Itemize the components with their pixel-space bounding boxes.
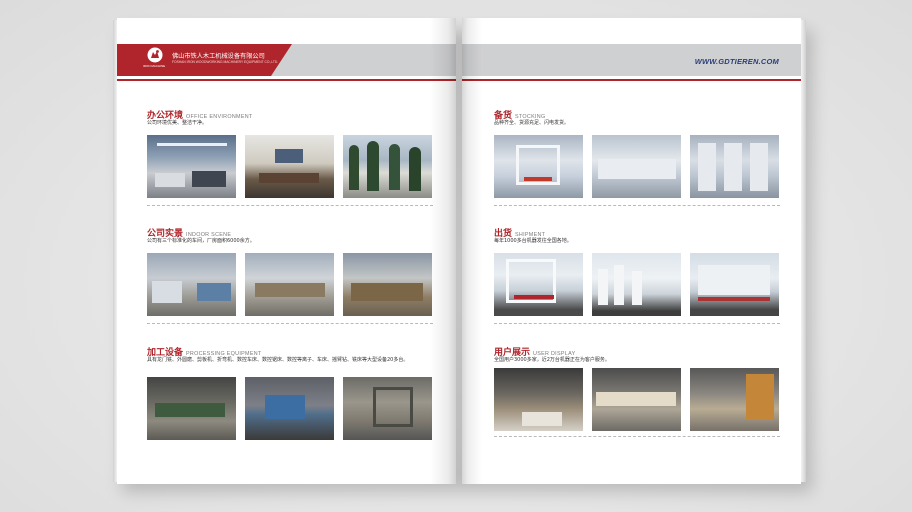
stock-machines-photo [494,135,583,198]
photo-row [494,135,779,198]
section-divider [494,205,780,206]
customer-factory-photo [592,368,681,431]
header-gray-band [267,44,456,76]
section-description: 品种齐全、货源充足、闪电发货。 [494,120,570,126]
meeting-room-photo [245,135,334,198]
section-divider [494,436,780,437]
section-divider [147,205,433,206]
office-photo [147,135,236,198]
section-divider [494,323,780,324]
brochure-spread: IRON MACHINE 佛山市铁人木工机械设备有限公司 FOSHAN IRON… [0,0,912,512]
workshop-photo [245,253,334,316]
photo-row [494,368,779,431]
logo-subtitle: IRON MACHINE [143,64,166,68]
section-description: 公司环境优美、整洁干净。 [147,120,208,126]
company-logo-icon [147,47,163,63]
photo-row [147,135,432,198]
gutter-shadow [462,18,482,484]
gutter-shadow [430,18,456,484]
right-page: WWW.GDTIEREN.COM 备货 STOCKING 品种齐全、货源充足、闪电… [462,18,801,484]
company-name-cn: 佛山市铁人木工机械设备有限公司 [172,53,265,60]
customer-factory-photo [690,368,779,431]
company-name-en: FOSHAN IRON WOODWORKING MACHINERY EQUIPM… [172,60,279,64]
header-red-line [462,79,801,81]
shipment-truck-photo [690,253,779,316]
campus-palms-photo [343,135,432,198]
section-description: 具有龙门铣、外圆磨、剪板机、折弯机、数控车床、数控锯床、数控等离子、车床、摇臂钻… [147,357,409,363]
shipment-truck-photo [494,253,583,316]
customer-factory-photo [494,368,583,431]
website-url: WWW.GDTIEREN.COM [694,57,779,66]
stock-machines-photo [592,135,681,198]
section-description: 全国用户3000多家，近2万台机器正在为客户服务。 [494,357,610,363]
section-divider [147,323,433,324]
section-description: 每年1000多台机器发往全国各地。 [494,238,572,244]
shipment-truck-photo [592,253,681,316]
photo-row [494,253,779,316]
section-description: 公司有三个标准化的车间，厂房面积6000余方。 [147,238,255,244]
equipment-photo [245,377,334,440]
photo-row [147,253,432,316]
stock-machines-photo [690,135,779,198]
workshop-photo [343,253,432,316]
equipment-photo [343,377,432,440]
header-red-line [117,79,456,81]
left-page: IRON MACHINE 佛山市铁人木工机械设备有限公司 FOSHAN IRON… [117,18,456,484]
equipment-photo [147,377,236,440]
photo-row [147,377,432,440]
workshop-photo [147,253,236,316]
